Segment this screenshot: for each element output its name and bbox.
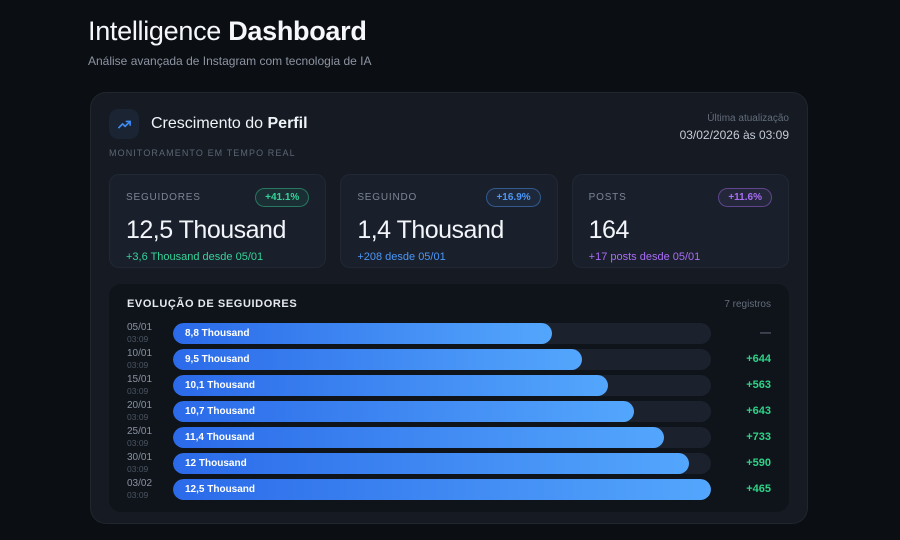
row-delta: +643 — [746, 405, 771, 417]
bar: 12,5 Thousand — [173, 478, 711, 500]
stat-value: 164 — [588, 216, 630, 244]
trending-up-icon — [109, 109, 139, 139]
page-title-light: Intelligence — [88, 16, 221, 46]
stat-card-posts: POSTS +11.6% 164 +17 posts desde 05/01 — [571, 174, 789, 268]
chart-row: 15/01 03:09 10,1 Thousand +563 — [127, 372, 771, 398]
chart-title: EVOLUÇÃO DE SEGUIDORES — [127, 298, 298, 310]
row-date: 25/01 03:09 — [127, 425, 153, 448]
stat-delta: +3,6 Thousand desde 05/01 — [126, 251, 264, 263]
bar: 10,1 Thousand — [173, 374, 608, 396]
chart-row: 30/01 03:09 12 Thousand +590 — [127, 450, 771, 476]
row-delta: +644 — [746, 353, 771, 365]
page-title: Intelligence Dashboard — [88, 16, 900, 47]
chart-rows: 05/01 03:09 8,8 Thousand — 10/01 03:09 9,5 Tho… — [127, 320, 771, 502]
stat-card-seguindo: SEGUINDO +16.9% 1,4 Thousand +208 desde … — [340, 174, 558, 268]
chart-row: 10/01 03:09 9,5 Thousand +644 — [127, 346, 771, 372]
panel-title: Crescimento do Perfil — [151, 115, 308, 133]
row-date: 05/01 03:09 — [127, 321, 153, 344]
bar: 10,7 Thousand — [173, 400, 634, 422]
bar-label: 12,5 Thousand — [185, 483, 256, 495]
row-date: 15/01 03:09 — [127, 373, 153, 396]
last-update-label: Última atualização — [707, 113, 789, 124]
chart-records-count: 7 registros — [724, 298, 771, 310]
growth-panel-header-left: Crescimento do Perfil MONITORAMENTO EM T… — [109, 109, 308, 158]
bar-label: 12 Thousand — [185, 457, 247, 469]
stat-label: POSTS — [588, 192, 627, 203]
bar-track: 12 Thousand — [173, 452, 711, 474]
row-date: 03/02 03:09 — [127, 477, 153, 500]
growth-panel-header: Crescimento do Perfil MONITORAMENTO EM T… — [109, 109, 789, 158]
bar-label: 9,5 Thousand — [185, 353, 250, 365]
bar-track: 10,1 Thousand — [173, 374, 711, 396]
bar-track: 8,8 Thousand — [173, 322, 711, 344]
stat-badge: +11.6% — [718, 188, 772, 207]
stat-label: SEGUINDO — [357, 192, 418, 203]
bar: 9,5 Thousand — [173, 348, 582, 370]
row-delta: +465 — [746, 483, 771, 495]
page-title-bold: Dashboard — [228, 16, 367, 46]
bar-track: 11,4 Thousand — [173, 426, 711, 448]
stat-badge: +41.1% — [255, 188, 310, 207]
panel-title-bold: Perfil — [267, 115, 308, 132]
monitor-label: MONITORAMENTO EM TEMPO REAL — [109, 148, 296, 158]
growth-panel: Crescimento do Perfil MONITORAMENTO EM T… — [90, 92, 808, 524]
row-delta: +563 — [746, 379, 771, 391]
row-delta: — — [760, 327, 771, 339]
bar-track: 12,5 Thousand — [173, 478, 711, 500]
followers-evolution-chart: EVOLUÇÃO DE SEGUIDORES 7 registros 05/01… — [109, 284, 789, 512]
chart-row: 20/01 03:09 10,7 Thousand +643 — [127, 398, 771, 424]
row-date: 20/01 03:09 — [127, 399, 153, 422]
bar-track: 10,7 Thousand — [173, 400, 711, 422]
row-delta: +733 — [746, 431, 771, 443]
bar-label: 10,7 Thousand — [185, 405, 256, 417]
stat-delta: +208 desde 05/01 — [357, 251, 446, 263]
stat-delta: +17 posts desde 05/01 — [588, 251, 701, 263]
bar: 8,8 Thousand — [173, 322, 552, 344]
stat-value: 12,5 Thousand — [126, 216, 286, 244]
page-subtitle: Análise avançada de Instagram com tecnol… — [88, 54, 372, 68]
chart-row: 05/01 03:09 8,8 Thousand — — [127, 320, 771, 346]
stats-row: SEGUIDORES +41.1% 12,5 Thousand +3,6 Tho… — [109, 174, 789, 268]
page-header: Intelligence Dashboard Análise avançada … — [0, 0, 900, 68]
stat-card-seguidores: SEGUIDORES +41.1% 12,5 Thousand +3,6 Tho… — [109, 174, 327, 268]
panel-title-normal: Crescimento do — [151, 115, 264, 132]
stat-value: 1,4 Thousand — [357, 216, 504, 244]
bar-label: 11,4 Thousand — [185, 431, 255, 443]
bar-label: 10,1 Thousand — [185, 379, 256, 391]
chart-row: 03/02 03:09 12,5 Thousand +465 — [127, 476, 771, 502]
row-date: 10/01 03:09 — [127, 347, 153, 370]
last-update: Última atualização 03/02/2026 às 03:09 — [680, 109, 789, 142]
bar-track: 9,5 Thousand — [173, 348, 711, 370]
stat-label: SEGUIDORES — [126, 192, 201, 203]
chart-row: 25/01 03:09 11,4 Thousand +733 — [127, 424, 771, 450]
bar: 12 Thousand — [173, 452, 690, 474]
stat-badge: +16.9% — [486, 188, 541, 207]
row-date: 30/01 03:09 — [127, 451, 153, 474]
bar: 11,4 Thousand — [173, 426, 664, 448]
bar-label: 8,8 Thousand — [185, 327, 250, 339]
row-delta: +590 — [746, 457, 771, 469]
last-update-value: 03/02/2026 às 03:09 — [679, 128, 789, 142]
